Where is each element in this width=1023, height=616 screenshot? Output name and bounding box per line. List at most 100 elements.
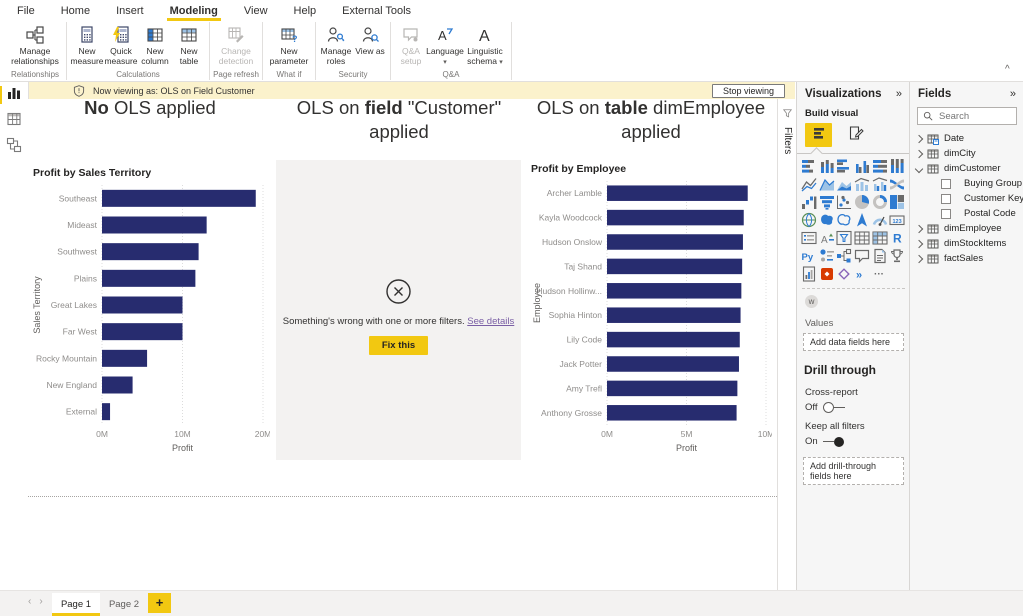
field-item-factsales[interactable]: factSales bbox=[910, 251, 1023, 266]
treemap-icon[interactable] bbox=[889, 194, 905, 210]
see-details-link[interactable]: See details bbox=[467, 316, 514, 327]
bar[interactable] bbox=[102, 217, 207, 234]
values-field-well[interactable]: Add data fields here bbox=[803, 333, 904, 351]
bar[interactable] bbox=[607, 356, 739, 372]
manage-relationships-button[interactable]: Manage relationships bbox=[7, 22, 63, 67]
more-visuals-icon[interactable]: ··· bbox=[872, 266, 888, 282]
gauge-icon[interactable] bbox=[872, 212, 888, 228]
field-checkbox[interactable] bbox=[941, 179, 951, 189]
pct-stacked-bar-chart-icon[interactable] bbox=[872, 158, 888, 174]
field-item-postal-code[interactable]: Postal Code bbox=[910, 206, 1023, 221]
pct-stacked-column-chart-icon[interactable] bbox=[889, 158, 905, 174]
tab-page-2[interactable]: Page 2 bbox=[100, 593, 148, 616]
sidebar-item-data-view[interactable] bbox=[0, 108, 28, 134]
new-measure-button[interactable]: New measure bbox=[70, 22, 104, 67]
ribbon-chart-icon[interactable] bbox=[889, 176, 905, 192]
bar[interactable] bbox=[102, 403, 110, 420]
field-item-customer-key[interactable]: Customer Key bbox=[910, 191, 1023, 206]
shape-map-icon[interactable] bbox=[836, 212, 852, 228]
decomposition-tree-icon[interactable] bbox=[836, 248, 852, 264]
ribbon-tab-modeling[interactable]: Modeling bbox=[157, 2, 231, 20]
card-icon[interactable]: 123 bbox=[889, 212, 905, 228]
line-and-stacked-column-chart-icon[interactable] bbox=[854, 176, 870, 192]
bar[interactable] bbox=[102, 243, 199, 260]
field-checkbox[interactable] bbox=[941, 194, 951, 204]
stacked-area-chart-icon[interactable] bbox=[836, 176, 852, 192]
q-a-setup-button[interactable]: Q&A setup bbox=[394, 22, 428, 67]
ribbon-tab-insert[interactable]: Insert bbox=[103, 2, 157, 20]
area-chart-icon[interactable] bbox=[819, 176, 835, 192]
new-table-button[interactable]: New table bbox=[172, 22, 206, 67]
pie-chart-icon[interactable] bbox=[854, 194, 870, 210]
ribbon-tab-external-tools[interactable]: External Tools bbox=[329, 2, 424, 20]
bar-chart-sales-territory[interactable]: Profit by Sales Territory 0M10M20MSouthe… bbox=[30, 164, 270, 460]
slicer-icon[interactable] bbox=[836, 230, 852, 246]
map-icon[interactable] bbox=[801, 212, 817, 228]
collapse-ribbon-icon[interactable]: ^ bbox=[1005, 67, 1015, 75]
bar[interactable] bbox=[607, 381, 737, 397]
new-page-button[interactable]: + bbox=[148, 593, 171, 613]
bar[interactable] bbox=[607, 307, 741, 323]
stacked-bar-chart-icon[interactable] bbox=[801, 158, 817, 174]
cross-report-toggle[interactable]: Off bbox=[797, 402, 910, 413]
tab-page-1[interactable]: Page 1 bbox=[52, 593, 100, 616]
new-parameter-button[interactable]: ?New parameter bbox=[266, 22, 312, 67]
ribbon-tab-help[interactable]: Help bbox=[281, 2, 330, 20]
line-and-clustered-column-chart-icon[interactable] bbox=[872, 176, 888, 192]
line-chart-icon[interactable] bbox=[801, 176, 817, 192]
power-bi-flow-icon[interactable]: » bbox=[854, 266, 870, 282]
smart-narrative-icon[interactable] bbox=[872, 248, 888, 264]
page-nav-arrows[interactable]: ‹› bbox=[28, 596, 51, 607]
keep-all-filters-toggle[interactable]: On bbox=[797, 436, 910, 447]
multi-row-card-icon[interactable] bbox=[801, 230, 817, 246]
field-search[interactable] bbox=[917, 107, 1017, 125]
bar[interactable] bbox=[102, 323, 183, 340]
chevron-right-icon[interactable] bbox=[915, 149, 923, 157]
clustered-column-chart-icon[interactable] bbox=[854, 158, 870, 174]
chevron-right-icon[interactable] bbox=[915, 254, 923, 262]
field-checkbox[interactable] bbox=[941, 209, 951, 219]
collapse-pane-icon[interactable]: » bbox=[896, 88, 902, 100]
bar[interactable] bbox=[102, 297, 183, 314]
drill-through-field-well[interactable]: Add drill-through fields here bbox=[803, 457, 904, 485]
filled-map-icon[interactable] bbox=[819, 212, 835, 228]
bar[interactable] bbox=[607, 405, 737, 421]
paginated-report-icon[interactable] bbox=[801, 266, 817, 282]
power-apps-icon[interactable] bbox=[819, 266, 835, 282]
field-item-dimcity[interactable]: dimCity bbox=[910, 146, 1023, 161]
field-item-dimstockitems[interactable]: dimStockItems bbox=[910, 236, 1023, 251]
field-item-date[interactable]: Date bbox=[910, 131, 1023, 146]
key-influencers-icon[interactable] bbox=[819, 248, 835, 264]
linguistic-schema-button[interactable]: ALinguistic schema ▾ bbox=[462, 22, 508, 67]
funnel-chart-icon[interactable] bbox=[819, 194, 835, 210]
search-input[interactable] bbox=[937, 110, 1016, 123]
view-as-button[interactable]: View as bbox=[353, 22, 387, 57]
textbox-ols-table[interactable]: OLS on table dimEmployee applied bbox=[528, 96, 774, 144]
textbox-ols-field[interactable]: OLS on field "Customer" applied bbox=[276, 96, 522, 144]
donut-chart-icon[interactable] bbox=[872, 194, 888, 210]
bar[interactable] bbox=[102, 190, 256, 207]
sidebar-item-model-view[interactable] bbox=[0, 134, 28, 160]
bar[interactable] bbox=[607, 234, 743, 250]
r-script-visual-icon[interactable]: R bbox=[889, 230, 905, 246]
kpi-icon[interactable]: A bbox=[819, 230, 835, 246]
ribbon-tab-file[interactable]: File bbox=[4, 2, 48, 20]
error-visual[interactable]: Something's wrong with one or more filte… bbox=[276, 160, 521, 460]
manage-roles-button[interactable]: Manage roles bbox=[319, 22, 353, 67]
chevron-down-icon[interactable] bbox=[915, 164, 923, 172]
bar[interactable] bbox=[607, 259, 742, 275]
bar-chart-employee[interactable]: Profit by Employee 0M5M10MArcher LambleK… bbox=[528, 160, 772, 460]
matrix-icon[interactable] bbox=[872, 230, 888, 246]
chevron-right-icon[interactable] bbox=[915, 224, 923, 232]
power-automate-icon[interactable] bbox=[836, 266, 852, 282]
metrics-icon[interactable] bbox=[889, 248, 905, 264]
scatter-chart-icon[interactable] bbox=[836, 194, 852, 210]
stacked-column-chart-icon[interactable] bbox=[819, 158, 835, 174]
language-button[interactable]: ALanguage ▾ bbox=[428, 22, 462, 67]
bar[interactable] bbox=[607, 283, 741, 299]
waterfall-chart-icon[interactable] bbox=[801, 194, 817, 210]
field-item-dimcustomer[interactable]: dimCustomer bbox=[910, 161, 1023, 176]
sidebar-item-report-view[interactable] bbox=[0, 82, 28, 108]
bar[interactable] bbox=[102, 377, 133, 394]
chevron-right-icon[interactable] bbox=[915, 134, 923, 142]
